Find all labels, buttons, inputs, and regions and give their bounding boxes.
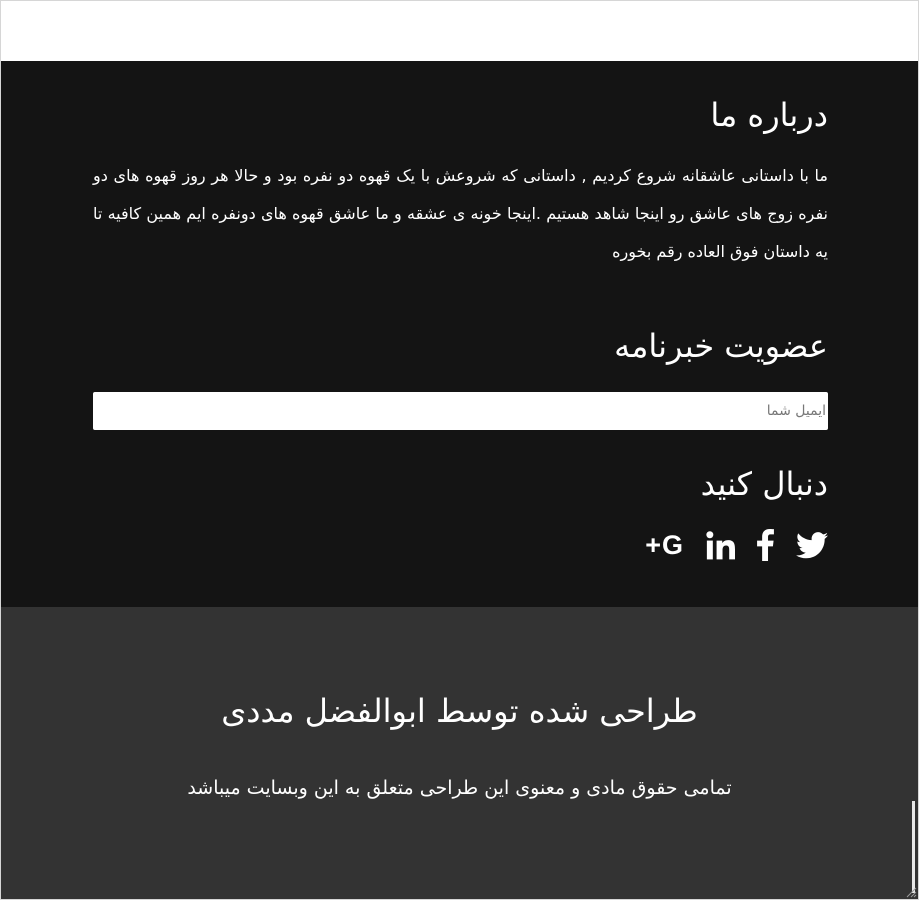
social-links: G+ <box>645 527 828 563</box>
google-plus-link[interactable]: G+ <box>645 527 684 563</box>
resize-grip-icon[interactable] <box>905 886 917 898</box>
footer-main: درباره ما ما با داستانی عاشقانه شروع کرد… <box>1 61 918 607</box>
google-plus-icon: G+ <box>645 529 684 560</box>
twitter-icon <box>796 531 828 558</box>
footer-bottom: طراحی شده توسط ابوالفضل مددی تمامی حقوق … <box>1 607 918 899</box>
page-top-area <box>1 1 918 61</box>
designer-credit: طراحی شده توسط ابوالفضل مددی <box>221 692 698 730</box>
scrollbar-thumb[interactable] <box>912 801 915 893</box>
follow-title: دنبال کنید <box>700 465 828 503</box>
facebook-link[interactable] <box>757 527 774 563</box>
newsletter-email-input[interactable] <box>93 392 828 430</box>
about-title: درباره ما <box>710 96 828 134</box>
linkedin-link[interactable] <box>706 527 735 563</box>
about-text: ما با داستانی عاشقانه شروع کردیم , داستا… <box>93 166 828 261</box>
twitter-link[interactable] <box>796 527 828 563</box>
browser-viewport: درباره ما ما با داستانی عاشقانه شروع کرد… <box>0 0 919 900</box>
linkedin-icon <box>706 530 735 559</box>
facebook-icon <box>757 529 774 561</box>
newsletter-title: عضویت خبرنامه <box>614 327 828 365</box>
copyright-text: تمامی حقوق مادی و معنوی این طراحی متعلق … <box>187 777 732 799</box>
